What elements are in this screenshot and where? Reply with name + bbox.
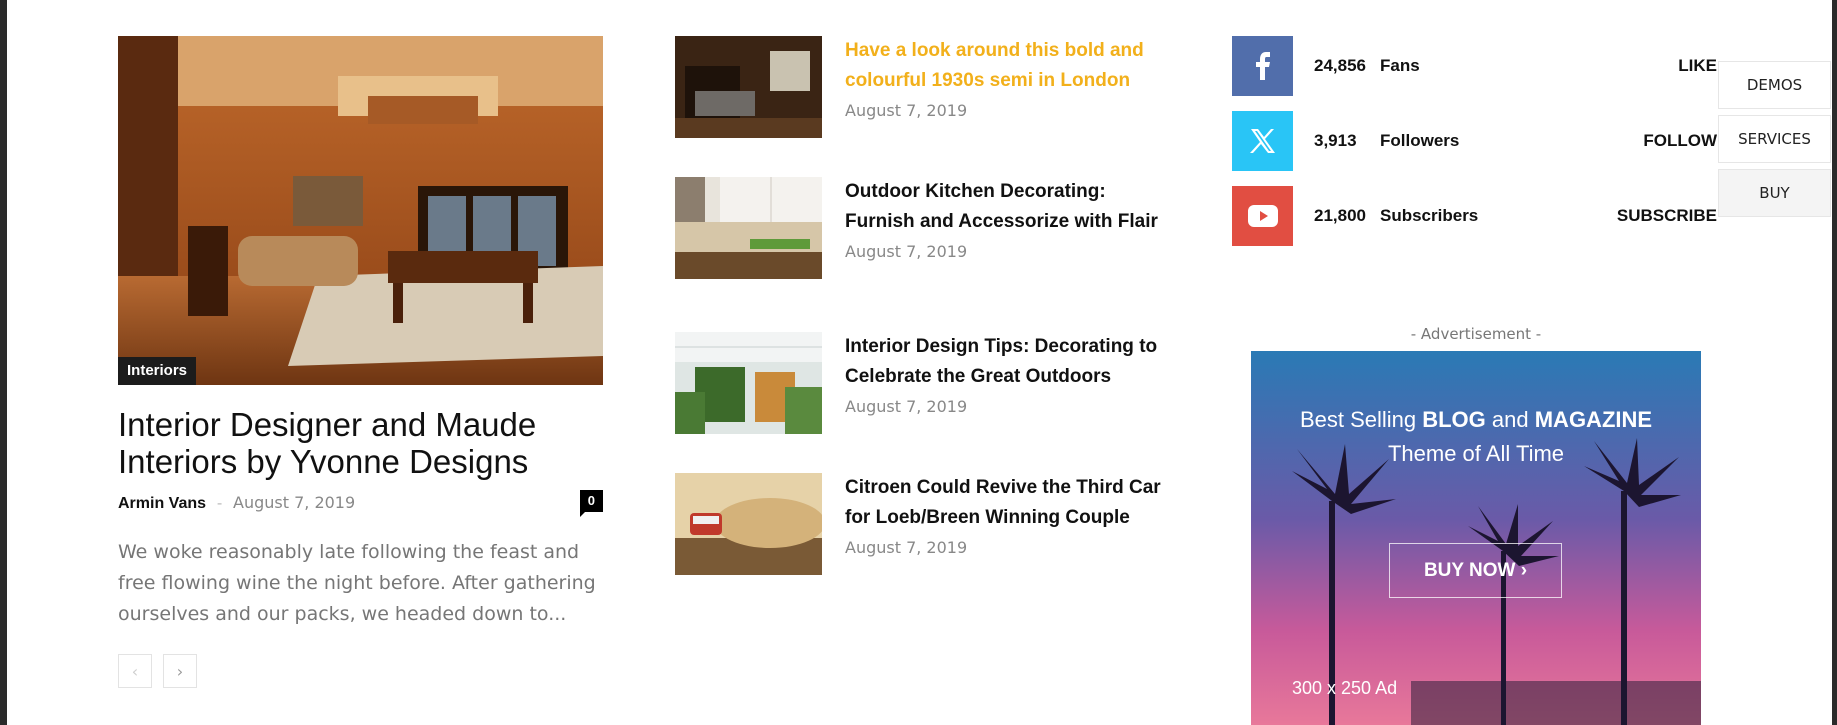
ad-headline: Best Selling BLOG and MAGAZINE Theme of … (1251, 403, 1701, 471)
greenhouse-photo (675, 332, 822, 434)
facebook-label: Fans (1380, 56, 1420, 75)
next-page-button[interactable]: › (163, 654, 197, 688)
post-date: August 7, 2019 (845, 242, 968, 261)
post-thumbnail[interactable] (675, 332, 822, 434)
window-right-edge (1832, 0, 1837, 725)
window-left-edge (0, 0, 7, 725)
ad-headline-bold: MAGAZINE (1534, 407, 1653, 432)
living-room-photo (118, 36, 603, 385)
post-date: August 7, 2019 (845, 538, 968, 557)
meta-separator: - (216, 494, 223, 512)
advertisement-label: - Advertisement - (1410, 325, 1542, 343)
demos-button[interactable]: DEMOS (1718, 61, 1831, 109)
like-button[interactable]: LIKE (1678, 56, 1717, 76)
post-title[interactable]: Outdoor Kitchen Decorating: Furnish and … (845, 177, 1165, 237)
chevron-left-icon: ‹ (131, 661, 139, 681)
featured-meta: Armin Vans - August 7, 2019 0 (118, 490, 603, 517)
post-title[interactable]: Citroen Could Revive the Third Car for L… (845, 473, 1165, 533)
advertisement-banner[interactable]: Best Selling BLOG and MAGAZINE Theme of … (1251, 351, 1701, 725)
twitter-count: 3,913 (1314, 131, 1357, 150)
ad-size-label: 300 x 250 Ad (1292, 678, 1398, 698)
post-date: August 7, 2019 (845, 101, 968, 120)
ad-headline-text: Best Selling (1299, 407, 1423, 432)
facebook-count: 24,856 (1314, 56, 1366, 75)
rally-car-photo (675, 473, 822, 575)
social-twitter: 3,913 Followers FOLLOW (1232, 111, 1717, 171)
youtube-count: 21,800 (1314, 206, 1366, 225)
social-facebook: 24,856 Fans LIKE (1232, 36, 1717, 96)
post-thumbnail[interactable] (675, 36, 822, 138)
ad-headline-bold: BLOG (1422, 407, 1486, 432)
category-badge[interactable]: Interiors (118, 357, 197, 385)
post-title[interactable]: Have a look around this bold and colourf… (845, 36, 1165, 96)
post-thumbnail[interactable] (675, 177, 822, 279)
subscribe-button[interactable]: SUBSCRIBE (1617, 206, 1717, 226)
youtube-label: Subscribers (1380, 206, 1479, 225)
ad-headline-text: and (1485, 407, 1535, 432)
featured-image[interactable]: Interiors (118, 36, 603, 385)
x-twitter-icon[interactable] (1232, 111, 1293, 171)
author-link[interactable]: Armin Vans (118, 495, 206, 512)
chevron-right-icon: › (176, 661, 184, 681)
post-title[interactable]: Interior Design Tips: Decorating to Cele… (845, 332, 1165, 392)
floating-side-menu: DEMOS SERVICES BUY (1718, 61, 1831, 223)
post-thumbnail[interactable] (675, 473, 822, 575)
kitchen-photo (675, 177, 822, 279)
comment-count-badge[interactable]: 0 (579, 490, 603, 517)
buy-button[interactable]: BUY (1718, 169, 1831, 217)
services-button[interactable]: SERVICES (1718, 115, 1831, 163)
twitter-label: Followers (1380, 131, 1460, 150)
social-youtube: 21,800 Subscribers SUBSCRIBE (1232, 186, 1717, 246)
facebook-icon[interactable] (1232, 36, 1293, 96)
post-date: August 7, 2019 (845, 397, 968, 416)
ad-headline-line2: Theme of All Time (1387, 441, 1565, 466)
featured-title[interactable]: Interior Designer and Maude Interiors by… (118, 406, 568, 480)
youtube-icon[interactable] (1232, 186, 1293, 246)
bedroom-photo (675, 36, 822, 138)
pagination: ‹ › (118, 654, 197, 688)
prev-page-button[interactable]: ‹ (118, 654, 152, 688)
featured-date: August 7, 2019 (233, 493, 356, 512)
ad-buy-now-button[interactable]: BUY NOW › (1389, 543, 1562, 598)
featured-article: Interiors Interior Designer and Maude In… (118, 36, 603, 630)
featured-excerpt: We woke reasonably late following the fe… (118, 541, 596, 625)
follow-button[interactable]: FOLLOW (1643, 131, 1717, 151)
